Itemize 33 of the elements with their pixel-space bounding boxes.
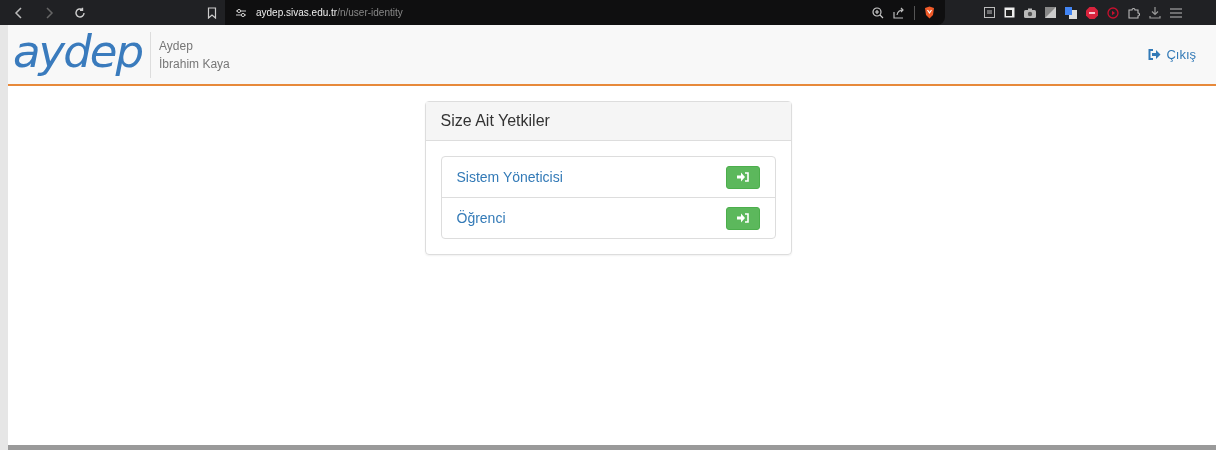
panel-title: Size Ait Yetkiler [440,112,550,130]
bookmark-icon[interactable] [207,6,217,19]
download-icon[interactable] [1149,6,1161,19]
puzzle-icon[interactable] [1128,6,1140,19]
camera-icon[interactable] [1024,7,1036,18]
zoom-icon[interactable] [872,6,884,19]
reader-icon[interactable] [984,7,995,18]
reload-icon[interactable] [74,6,86,19]
enter-button[interactable] [725,165,760,189]
logout-link[interactable]: Çıkış [1148,47,1196,62]
enter-button[interactable] [725,206,760,230]
forward-icon[interactable] [44,6,54,19]
address-bar[interactable]: aydep.sivas.edu.tr/n/user-identity [225,0,945,25]
user-name: İbrahim Kaya [159,56,230,71]
url-text: aydep.sivas.edu.tr/n/user-identity [256,7,403,18]
menu-icon[interactable] [1170,7,1182,18]
window-icon[interactable] [1004,7,1015,18]
role-item[interactable]: Sistem Yöneticisi [441,157,775,197]
logo[interactable]: aydep [13,29,143,80]
role-item[interactable]: Öğrenci [441,197,775,238]
stop-sign-icon[interactable] [1086,6,1098,19]
translate-icon[interactable] [1065,6,1077,19]
play-icon[interactable] [1107,6,1119,19]
sign-in-icon [736,213,749,223]
share-icon[interactable] [893,6,905,19]
site-settings-icon[interactable] [235,7,247,18]
role-label: Öğrenci [456,210,506,226]
shield-icon[interactable] [924,6,935,19]
sign-in-icon [736,172,749,182]
app-name: Aydep [159,38,194,53]
logout-icon [1148,49,1162,60]
role-label: Sistem Yöneticisi [456,169,563,185]
back-icon[interactable] [14,6,24,19]
